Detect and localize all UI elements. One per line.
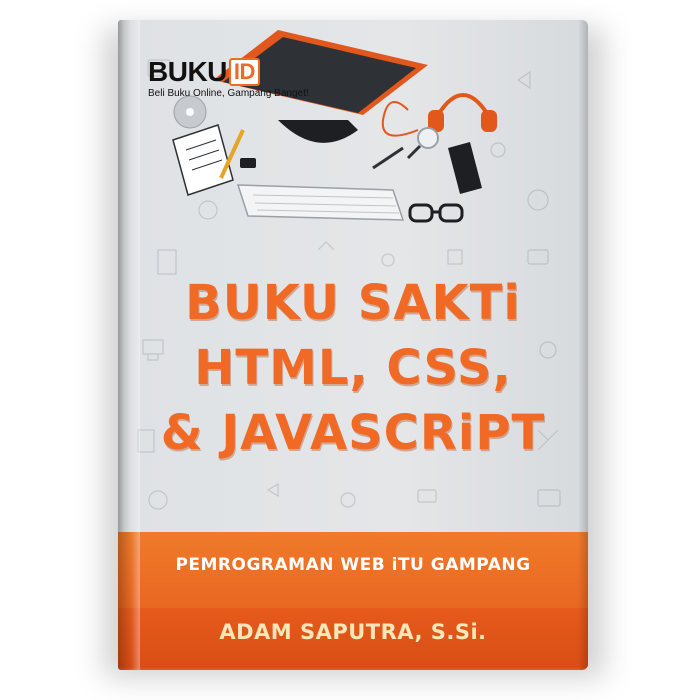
title-line-1: BUKU SAKTi xyxy=(185,275,521,331)
book-subtitle: PEMROGRAMAN WEB iTU GAMPANG xyxy=(175,555,531,575)
cover-text: BUKU SAKTi HTML, CSS, & JAVASCRiPT PEMRO… xyxy=(118,20,588,670)
title-line-3: & JAVASCRiPT xyxy=(160,405,546,461)
title-line-2: HTML, CSS, xyxy=(194,340,512,396)
book-author: ADAM SAPUTRA, S.Si. xyxy=(219,620,487,644)
